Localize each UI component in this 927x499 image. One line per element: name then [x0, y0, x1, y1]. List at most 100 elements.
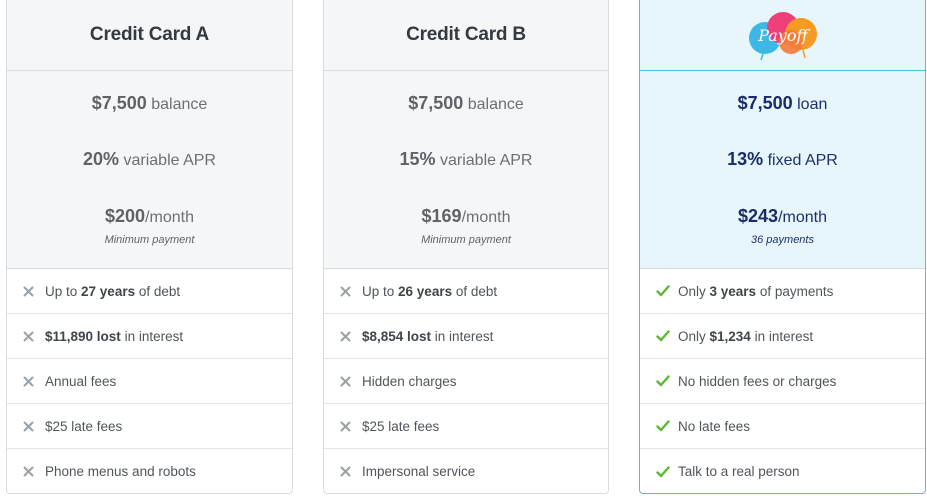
feature-text-pre: Annual fees [45, 373, 117, 389]
monthly-stat: $200/month [7, 206, 292, 227]
stat-value: 20% [83, 149, 120, 169]
feature-text: Up to 27 years of debt [45, 284, 180, 299]
card-header: Credit Card A [7, 0, 292, 71]
stat-label: fixed APR [763, 152, 838, 169]
feature-row: Annual fees [7, 359, 292, 404]
stat-label: /month [778, 209, 827, 226]
feature-row: No hidden fees or charges [640, 359, 925, 404]
stats-panel: $7,500 loan 13% fixed APR $243/month 36 … [640, 71, 925, 269]
stat-label: /month [461, 209, 511, 226]
feature-text-pre: Only [678, 283, 710, 299]
payment-note: 36 payments [751, 234, 814, 246]
payoff-logo-graphic: Payoff [748, 11, 817, 60]
credit-card-b-column: Credit Card B $7,500 balance 15% variabl… [323, 0, 609, 494]
balance-stat: $7,500 balance [324, 93, 608, 114]
feature-text: Talk to a real person [678, 464, 800, 479]
feature-text-emphasis: 26 years [398, 283, 453, 299]
feature-text: $11,890 lost in interest [45, 329, 183, 344]
feature-text: $25 late fees [45, 419, 122, 434]
x-icon [340, 466, 362, 477]
stat-label: variable APR [435, 152, 533, 169]
feature-row: Talk to a real person [640, 449, 925, 493]
card-title: Credit Card A [89, 23, 210, 45]
feature-text-pre: Up to [362, 283, 399, 299]
stat-value: $7,500 [408, 93, 464, 113]
payoff-logo: Payoff [741, 8, 825, 62]
feature-text-pre: Up to [45, 283, 82, 299]
card-header: Payoff [640, 0, 925, 71]
feature-text-pre: Talk to a real person [678, 464, 800, 479]
stat-value: 13% [727, 149, 764, 169]
feature-row: $25 late fees [7, 404, 292, 449]
feature-text-pre: $25 late fees [362, 418, 440, 434]
feature-row: $25 late fees [324, 404, 608, 449]
feature-text-pre: Only [678, 328, 710, 344]
apr-stat: 15% variable APR [324, 149, 608, 170]
credit-card-a-column: Credit Card A $7,500 balance 20% variabl… [6, 0, 293, 494]
payoff-loan-column: Payoff $7,500 loan 13% fixed APR $243/mo… [639, 0, 926, 494]
feature-text-emphasis: $11,890 lost [45, 328, 121, 344]
feature-text: Only 3 years of payments [678, 284, 833, 299]
card-title: Credit Card B [406, 23, 526, 45]
feature-row: Hidden charges [324, 359, 608, 404]
feature-text-post: in interest [431, 328, 494, 344]
card-header: Credit Card B [324, 0, 608, 71]
monthly-stat: $169/month [324, 206, 608, 227]
x-icon [340, 376, 362, 387]
payment-note: Minimum payment [421, 234, 511, 246]
check-icon [656, 465, 678, 478]
feature-text: $25 late fees [362, 419, 439, 434]
apr-stat: 13% fixed APR [640, 149, 925, 170]
stats-panel: $7,500 balance 20% variable APR $200/mon… [7, 71, 292, 269]
stat-label: variable APR [119, 152, 216, 169]
feature-text: Hidden charges [362, 374, 457, 389]
apr-stat: 20% variable APR [7, 149, 292, 170]
feature-text-post: of debt [452, 283, 498, 299]
feature-row: Only 3 years of payments [640, 269, 925, 314]
stat-label: balance [146, 96, 208, 113]
feature-row: Up to 27 years of debt [7, 269, 292, 314]
feature-text: Impersonal service [362, 464, 475, 479]
feature-text-pre: No hidden fees or charges [678, 373, 837, 389]
feature-text: Annual fees [45, 374, 116, 389]
feature-text-pre: $25 late fees [45, 418, 123, 434]
feature-text-post: of debt [135, 283, 181, 299]
stat-value: $243 [738, 206, 779, 226]
stat-value: $7,500 [91, 93, 147, 113]
feature-text-pre: No late fees [678, 418, 751, 434]
feature-row: No late fees [640, 404, 925, 449]
feature-text: $8,854 lost in interest [362, 329, 493, 344]
feature-text: No late fees [678, 419, 750, 434]
stat-label: balance [463, 96, 524, 113]
feature-text-pre: Phone menus and robots [45, 464, 196, 479]
stat-value: $200 [105, 206, 146, 226]
x-icon [23, 466, 45, 477]
feature-text-post: in interest [750, 328, 814, 344]
monthly-stat: $243/month [640, 206, 925, 227]
feature-row: Only $1,234 in interest [640, 314, 925, 359]
feature-text-emphasis: $1,234 [709, 328, 751, 344]
feature-text: Phone menus and robots [45, 464, 196, 479]
feature-row: Up to 26 years of debt [324, 269, 608, 314]
feature-text-emphasis: $8,854 lost [362, 328, 432, 344]
stat-value: 15% [399, 149, 436, 169]
check-icon [656, 285, 678, 297]
feature-text-emphasis: 3 years [709, 283, 757, 299]
check-icon [656, 330, 678, 342]
stats-panel: $7,500 balance 15% variable APR $169/mon… [324, 71, 608, 269]
feature-list: Only 3 years of payments Only $1,234 in i… [640, 269, 925, 493]
x-icon [23, 376, 45, 387]
check-icon [656, 375, 678, 387]
stat-value: $169 [421, 206, 462, 226]
feature-row: Phone menus and robots [7, 449, 292, 493]
payment-note: Minimum payment [104, 234, 195, 246]
x-icon [23, 421, 45, 432]
feature-row: $11,890 lost in interest [7, 314, 292, 359]
x-icon [340, 286, 362, 297]
feature-text-post: of payments [756, 283, 834, 299]
feature-text-post: in interest [120, 328, 184, 344]
x-icon [340, 421, 362, 432]
feature-row: $8,854 lost in interest [324, 314, 608, 359]
feature-text-pre: Impersonal service [362, 464, 476, 479]
stat-label: /month [145, 209, 194, 226]
